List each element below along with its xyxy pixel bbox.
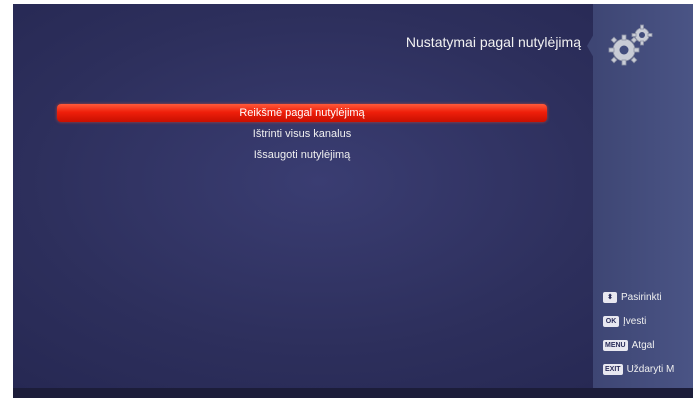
hint-exit-label: Uždaryti M <box>626 363 675 375</box>
hint-enter-label: Įvesti <box>623 315 647 327</box>
bottom-strip <box>13 388 693 398</box>
menu-item-save-default[interactable]: Išsaugoti nutylėjimą <box>57 146 547 164</box>
key-hints: ⬍ Pasirinkti OK Įvesti MENU Atgal EXIT U… <box>603 290 681 386</box>
menu-key-icon: MENU <box>603 339 628 351</box>
page-title: Nustatymai pagal nutylėjimą <box>405 34 581 50</box>
menu-item-default-value[interactable]: Reikšmė pagal nutylėjimą <box>57 104 547 122</box>
tv-screen: Nustatymai pagal nutylėjimą Reikšmė paga… <box>13 4 693 398</box>
hint-select: ⬍ Pasirinkti <box>603 290 681 304</box>
gear-icon <box>608 24 653 66</box>
hint-back-label: Atgal <box>631 339 655 351</box>
menu-item-delete-all-channels[interactable]: Ištrinti visus kanalus <box>57 125 547 143</box>
hint-enter: OK Įvesti <box>603 314 681 328</box>
ok-key-icon: OK <box>603 315 619 327</box>
hint-exit: EXIT Uždaryti M <box>603 362 681 376</box>
hint-select-label: Pasirinkti <box>621 291 662 303</box>
hint-back: MENU Atgal <box>603 338 681 352</box>
updown-key-icon: ⬍ <box>603 291 617 303</box>
exit-key-icon: EXIT <box>603 363 623 375</box>
settings-menu: Reikšmė pagal nutylėjimą Ištrinti visus … <box>57 104 547 167</box>
